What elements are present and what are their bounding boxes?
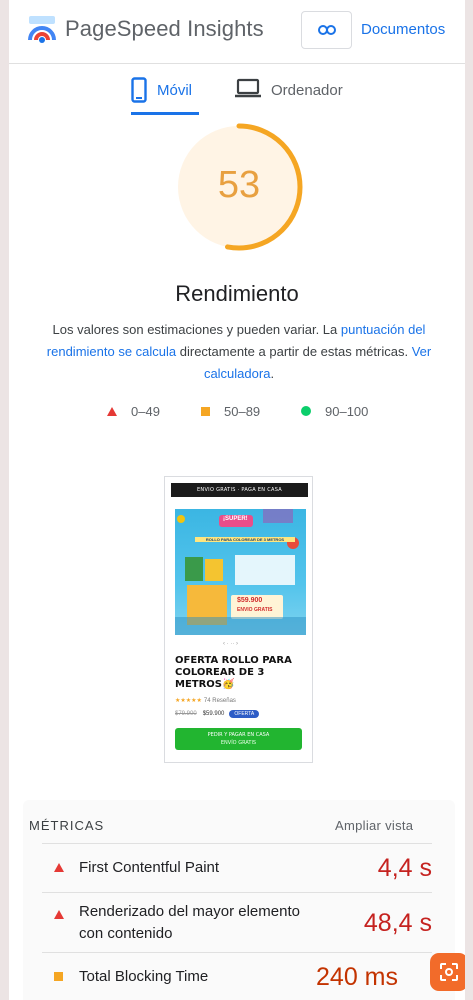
metric-name: Renderizado del mayor elemento con conte… <box>79 903 300 942</box>
image-free-shipping: ENVIO GRATIS <box>237 607 273 613</box>
screen-capture-button[interactable] <box>430 953 465 991</box>
metric-name: Total Blocking Time <box>79 968 209 985</box>
tab-mobile[interactable]: Móvil <box>131 77 199 115</box>
triangle-icon <box>54 910 64 919</box>
capture-icon <box>440 963 458 981</box>
app-title: PageSpeed Insights <box>65 16 264 41</box>
docs-link[interactable]: Documentos <box>361 21 445 38</box>
square-icon <box>201 406 210 416</box>
link-icon <box>317 25 336 35</box>
score-description: Los valores son estimaciones y pueden va… <box>39 319 439 385</box>
legend-range: 0–49 <box>131 403 160 419</box>
metric-value: 240 ms <box>316 963 398 991</box>
legend-average: 50–89 <box>201 402 260 420</box>
copy-link-button[interactable] <box>301 11 352 49</box>
current-price: $59.900 <box>202 711 225 717</box>
legend-fail: 0–49 <box>107 402 160 420</box>
image-headline: ¡SUPER! <box>223 516 248 522</box>
metric-value: 48,4 s <box>363 909 432 937</box>
tab-desktop[interactable]: Ordenador <box>235 77 365 115</box>
old-price: $79.900 <box>175 711 197 717</box>
stars: ★★★★★ <box>175 698 202 704</box>
rating-stars: ★★★★★ 74 Reseñas <box>175 697 236 704</box>
metric-lcp: Renderizado del mayor elemento con conte… <box>42 893 432 951</box>
metric-tbt: Total Blocking Time 240 ms <box>42 953 432 1000</box>
price-row: $79.900 $59.900 OFERTA <box>175 710 260 718</box>
description-text: . <box>270 366 275 381</box>
offer-badge: OFERTA <box>229 710 260 718</box>
metric-name: First Contentful Paint <box>79 859 220 876</box>
laptop-icon <box>235 78 261 98</box>
order-button-sub: ENVÍO GRATIS <box>220 740 257 746</box>
triangle-icon <box>54 863 64 872</box>
page: PageSpeed Insights Documentos Móvil Orde… <box>9 0 465 1000</box>
legend-range: 90–100 <box>325 403 369 419</box>
description-text: Los valores son estimaciones y pueden va… <box>52 322 341 337</box>
order-button-label: PEDIR Y PAGAR EN CASA <box>207 732 270 738</box>
expand-view-toggle[interactable]: Ampliar vista <box>335 818 413 833</box>
product-title: OFERTA ROLLO PARA COLOREAR DE 3 METROS🥳 <box>175 655 292 690</box>
performance-score-gauge: 53 <box>172 120 306 254</box>
tab-desktop-label: Ordenador <box>271 82 343 99</box>
image-subtitle: ROLLO PARA COLOREAR DE 3 METROS <box>195 537 295 542</box>
metric-value: 4,4 s <box>377 854 432 882</box>
mobile-icon <box>131 77 147 103</box>
legend-pass: 90–100 <box>301 402 368 420</box>
circle-icon <box>301 406 311 416</box>
square-icon <box>54 972 63 981</box>
image-price: $59.900 <box>237 597 263 604</box>
carousel-pager: ‹ · ·· › <box>223 641 238 647</box>
tab-mobile-label: Móvil <box>157 82 193 99</box>
final-screenshot[interactable]: ENVIO GRATIS · PAGA EN CASA ¡SUPER! ROLL… <box>164 476 313 763</box>
product-image: ¡SUPER! ROLLO PARA COLOREAR DE 3 METROS … <box>175 509 306 635</box>
description-text: directamente a partir de estas métricas. <box>176 344 412 359</box>
metrics-heading: MÉTRICAS <box>29 818 105 833</box>
triangle-icon <box>107 406 117 416</box>
score-value: 53 <box>217 164 261 206</box>
legend-range: 50–89 <box>224 403 261 419</box>
order-button: PEDIR Y PAGAR EN CASA ENVÍO GRATIS <box>175 728 302 750</box>
screenshot-banner: ENVIO GRATIS · PAGA EN CASA <box>171 483 308 497</box>
top-bar: PageSpeed Insights Documentos <box>9 0 465 64</box>
pagespeed-logo-icon[interactable] <box>27 14 57 44</box>
review-count: 74 Reseñas <box>203 698 236 704</box>
category-title: Rendimiento <box>175 281 299 306</box>
metric-fcp: First Contentful Paint 4,4 s <box>42 844 432 892</box>
